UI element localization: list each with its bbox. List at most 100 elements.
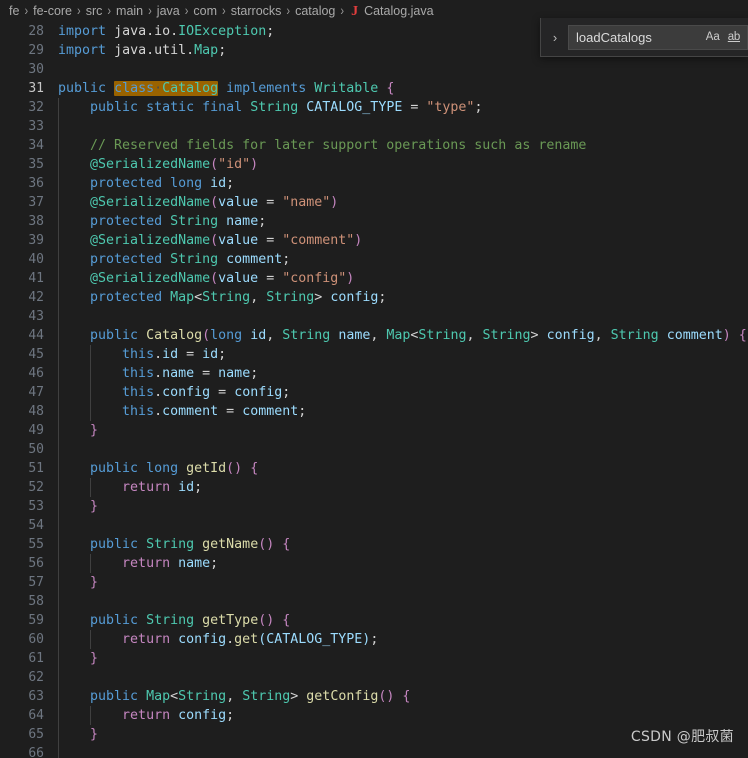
- breadcrumb-item-src[interactable]: src: [86, 4, 103, 18]
- code-line-61[interactable]: 61 }: [0, 649, 748, 668]
- indent-guide: [90, 383, 91, 402]
- breadcrumb-item-com[interactable]: com: [193, 4, 217, 18]
- code-line-57[interactable]: 57 }: [0, 573, 748, 592]
- line-number: 52: [28, 480, 44, 495]
- code-line-45[interactable]: 45 this.id = id;: [0, 345, 748, 364]
- find-input-value[interactable]: loadCatalogs: [576, 30, 701, 45]
- code-line-35[interactable]: 35 @SerializedName("id"): [0, 155, 748, 174]
- find-widget[interactable]: › loadCatalogs Aa ab: [540, 18, 748, 57]
- breadcrumb-item-fe[interactable]: fe: [9, 4, 19, 18]
- indent-guide: [90, 630, 91, 649]
- code-line-60[interactable]: 60 return config.get(CATALOG_TYPE);: [0, 630, 748, 649]
- line-number: 53: [28, 499, 44, 514]
- line-number: 34: [28, 138, 44, 153]
- indent-guide: [58, 402, 59, 421]
- code-line-62[interactable]: 62: [0, 668, 748, 687]
- line-number: 60: [28, 632, 44, 647]
- code-line-30[interactable]: 30: [0, 60, 748, 79]
- indent-guide: [58, 630, 59, 649]
- breadcrumb-separator-icon: ›: [184, 3, 189, 19]
- code-line-55[interactable]: 55 public String getName() {: [0, 535, 748, 554]
- line-number: 39: [28, 233, 44, 248]
- line-number: 56: [28, 556, 44, 571]
- line-number: 29: [28, 43, 44, 58]
- code-line-31[interactable]: 31 public class·Catalog implements Writab…: [0, 79, 748, 98]
- line-content: }: [90, 651, 99, 666]
- line-number: 37: [28, 195, 44, 210]
- breadcrumb-item-java[interactable]: java: [157, 4, 180, 18]
- indent-guide: [58, 421, 59, 440]
- match-case-toggle[interactable]: Aa: [703, 30, 723, 44]
- line-number: 62: [28, 670, 44, 685]
- whole-word-toggle[interactable]: ab: [725, 30, 743, 44]
- code-line-48[interactable]: 48 this.comment = comment;: [0, 402, 748, 421]
- code-line-54[interactable]: 54: [0, 516, 748, 535]
- line-content: protected Map<String, String> config;: [90, 290, 387, 305]
- code-line-59[interactable]: 59 public String getType() {: [0, 611, 748, 630]
- line-content: this.config = config;: [122, 385, 291, 400]
- line-content: public Catalog(long id, String name, Map…: [90, 328, 747, 343]
- code-line-63[interactable]: 63 public Map<String, String> getConfig(…: [0, 687, 748, 706]
- code-line-50[interactable]: 50: [0, 440, 748, 459]
- code-line-44[interactable]: 44 public Catalog(long id, String name, …: [0, 326, 748, 345]
- indent-guide: [58, 668, 59, 687]
- search-match-highlight: class·Catalog: [114, 81, 219, 96]
- indent-guide: [58, 535, 59, 554]
- code-line-37[interactable]: 37 @SerializedName(value = "name"): [0, 193, 748, 212]
- code-line-33[interactable]: 33: [0, 117, 748, 136]
- breadcrumb-item-file[interactable]: Catalog.java: [364, 4, 434, 18]
- indent-guide: [58, 288, 59, 307]
- code-line-46[interactable]: 46 this.name = name;: [0, 364, 748, 383]
- code-line-47[interactable]: 47 this.config = config;: [0, 383, 748, 402]
- code-line-52[interactable]: 52 return id;: [0, 478, 748, 497]
- line-content: @SerializedName("id"): [90, 157, 259, 172]
- breadcrumb-item-fe-core[interactable]: fe-core: [33, 4, 72, 18]
- breadcrumb-item-starrocks[interactable]: starrocks: [231, 4, 282, 18]
- line-number: 49: [28, 423, 44, 438]
- breadcrumb-item-main[interactable]: main: [116, 4, 143, 18]
- code-line-51[interactable]: 51 public long getId() {: [0, 459, 748, 478]
- code-line-56[interactable]: 56 return name;: [0, 554, 748, 573]
- breadcrumb-separator-icon: ›: [286, 3, 291, 19]
- find-input[interactable]: loadCatalogs Aa ab: [568, 24, 748, 50]
- line-content: public static final String CATALOG_TYPE …: [90, 100, 483, 115]
- chevron-right-icon[interactable]: ›: [545, 22, 565, 52]
- code-line-64[interactable]: 64 return config;: [0, 706, 748, 725]
- code-line-41[interactable]: 41 @SerializedName(value = "config"): [0, 269, 748, 288]
- line-content: [58, 668, 748, 687]
- code-line-65[interactable]: 65 }: [0, 725, 748, 744]
- line-number: 31: [28, 81, 44, 96]
- line-content: public Map<String, String> getConfig() {: [90, 689, 411, 704]
- indent-guide: [58, 516, 59, 535]
- line-number: 45: [28, 347, 44, 362]
- indent-guide: [90, 345, 91, 364]
- line-content: @SerializedName(value = "config"): [90, 271, 355, 286]
- code-line-34[interactable]: 34 // Reserved fields for later support …: [0, 136, 748, 155]
- code-line-49[interactable]: 49 }: [0, 421, 748, 440]
- indent-guide: [58, 231, 59, 250]
- indent-guide: [58, 212, 59, 231]
- line-number: 57: [28, 575, 44, 590]
- code-line-40[interactable]: 40 protected String comment;: [0, 250, 748, 269]
- indent-guide: [58, 687, 59, 706]
- line-number: 32: [28, 100, 44, 115]
- indent-guide: [58, 155, 59, 174]
- code-line-32[interactable]: 32 public static final String CATALOG_TY…: [0, 98, 748, 117]
- code-line-42[interactable]: 42 protected Map<String, String> config;: [0, 288, 748, 307]
- line-content: @SerializedName(value = "comment"): [90, 233, 363, 248]
- code-line-43[interactable]: 43: [0, 307, 748, 326]
- code-line-39[interactable]: 39 @SerializedName(value = "comment"): [0, 231, 748, 250]
- indent-guide: [58, 497, 59, 516]
- code-line-53[interactable]: 53 }: [0, 497, 748, 516]
- line-content: }: [90, 499, 99, 514]
- indent-guide: [58, 725, 59, 744]
- line-content: return id;: [122, 480, 203, 495]
- line-number: 54: [28, 518, 44, 533]
- code-line-36[interactable]: 36 protected long id;: [0, 174, 748, 193]
- code-editor[interactable]: 28 import java.io.IOException; 29 import j…: [0, 22, 748, 758]
- code-line-66[interactable]: 66: [0, 744, 748, 758]
- code-line-38[interactable]: 38 protected String name;: [0, 212, 748, 231]
- code-line-58[interactable]: 58: [0, 592, 748, 611]
- breadcrumb-item-catalog[interactable]: catalog: [295, 4, 335, 18]
- line-number: 38: [28, 214, 44, 229]
